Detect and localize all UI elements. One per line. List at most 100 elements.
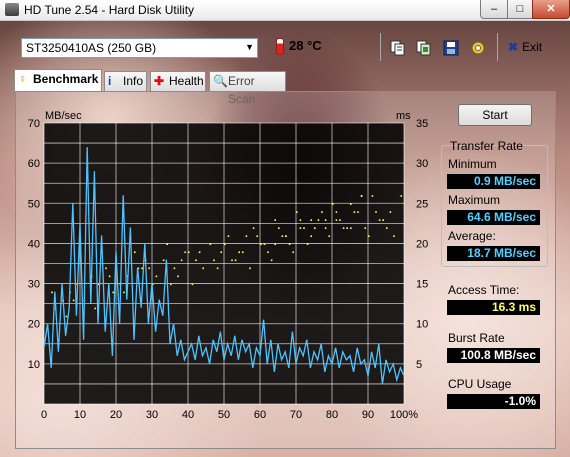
access-time-point <box>270 259 273 262</box>
access-time-point <box>274 219 276 221</box>
access-time-point <box>335 219 338 221</box>
access-time-point <box>310 235 312 237</box>
access-time-point <box>173 267 176 270</box>
minimum-value: 0.9 MB/sec <box>447 174 540 189</box>
y-tick-label: 70 <box>28 118 40 130</box>
access-time-point <box>285 235 287 237</box>
access-time-point <box>112 291 114 294</box>
access-time-point <box>386 227 388 229</box>
access-time-point <box>162 259 165 262</box>
access-time-point <box>202 267 204 270</box>
access-time-point <box>184 251 186 254</box>
transfer-rate-label: Transfer Rate <box>450 139 523 153</box>
access-time-point <box>72 299 75 302</box>
y2-tick-label: 10 <box>416 319 428 331</box>
access-time-point <box>360 195 363 197</box>
start-button[interactable]: Start <box>458 104 532 126</box>
access-time-point <box>123 291 125 294</box>
hdtune-window: HD Tune 2.54 - Hard Disk Utility – □ ✕ S… <box>0 0 570 457</box>
access-time-point <box>216 267 219 270</box>
access-time-point <box>321 211 323 213</box>
access-time-point <box>303 227 305 229</box>
burst-rate-value: 100.8 MB/sec <box>447 348 540 363</box>
access-time-point <box>94 307 96 310</box>
access-time-value: 16.3 ms <box>447 300 540 315</box>
access-time-point <box>252 227 255 229</box>
access-time-point <box>346 227 348 229</box>
access-time-point <box>288 243 291 246</box>
access-time-point <box>332 203 334 205</box>
x-tick-label: 60 <box>254 409 266 421</box>
access-time-point <box>245 235 248 237</box>
x-tick-label: 100% <box>390 409 418 421</box>
access-time-point <box>198 251 201 254</box>
x-tick-label: 90 <box>362 409 374 421</box>
access-time-point <box>234 259 237 262</box>
y2-tick-label: 25 <box>416 198 428 210</box>
access-time-point <box>141 267 143 270</box>
access-time-point <box>353 211 356 213</box>
y2-tick-label: 20 <box>416 238 428 250</box>
access-time-label: Access Time: <box>448 283 520 297</box>
access-time-point <box>177 275 179 278</box>
access-time-point <box>306 243 309 246</box>
access-time-point <box>368 235 370 237</box>
access-time-point <box>274 243 276 246</box>
x-tick-label: 70 <box>290 409 302 421</box>
access-time-point <box>299 227 302 229</box>
access-time-point <box>249 267 251 270</box>
access-time-point <box>393 235 395 237</box>
x-tick-label: 50 <box>218 409 230 421</box>
y2-axis-label: ms <box>396 110 411 122</box>
access-time-point <box>155 275 158 278</box>
minimum-label: Minimum <box>448 157 497 171</box>
access-time-point <box>209 243 212 246</box>
access-time-point <box>299 219 302 221</box>
x-tick-label: 20 <box>110 409 122 421</box>
access-time-point <box>188 251 190 254</box>
access-time-point <box>267 251 269 254</box>
access-time-point <box>227 235 230 237</box>
x-tick-label: 80 <box>326 409 338 421</box>
cpu-usage-value: -1.0% <box>447 394 540 409</box>
access-time-point <box>191 283 194 286</box>
access-time-point <box>317 219 320 221</box>
cpu-usage-label: CPU Usage <box>448 377 512 391</box>
burst-rate-label: Burst Rate <box>448 331 505 345</box>
access-time-point <box>357 211 359 213</box>
access-time-point <box>389 211 392 213</box>
access-time-point <box>242 251 244 254</box>
access-time-point <box>350 203 352 205</box>
access-time-point <box>65 315 68 318</box>
y-tick-label: 60 <box>28 158 40 170</box>
access-time-point <box>180 259 183 262</box>
access-time-point <box>108 275 111 278</box>
average-label: Average: <box>448 229 496 243</box>
x-tick-label: 10 <box>74 409 86 421</box>
access-time-point <box>260 243 262 246</box>
y2-tick-label: 5 <box>416 359 422 371</box>
access-time-point <box>371 195 374 197</box>
access-time-point <box>148 267 150 270</box>
access-time-point <box>364 227 366 229</box>
x-tick-label: 30 <box>146 409 158 421</box>
access-time-point <box>256 235 258 237</box>
x-tick-label: 40 <box>182 409 194 421</box>
access-time-point <box>134 251 136 254</box>
y2-tick-label: 30 <box>416 158 428 170</box>
access-time-point <box>324 227 327 229</box>
y2-tick-label: 15 <box>416 279 428 291</box>
maximum-label: Maximum <box>448 193 501 207</box>
access-time-point <box>378 219 381 221</box>
access-time-point <box>263 243 266 246</box>
y2-tick-label: 35 <box>416 118 428 130</box>
access-time-point <box>400 195 402 197</box>
access-time-point <box>335 211 338 213</box>
average-value: 18.7 MB/sec <box>447 246 540 261</box>
access-time-point <box>350 227 352 229</box>
access-time-point <box>220 251 222 254</box>
access-time-point <box>231 259 233 262</box>
access-time-point <box>324 219 327 221</box>
y-tick-label: 20 <box>28 319 40 331</box>
y-tick-label: 50 <box>28 198 40 210</box>
